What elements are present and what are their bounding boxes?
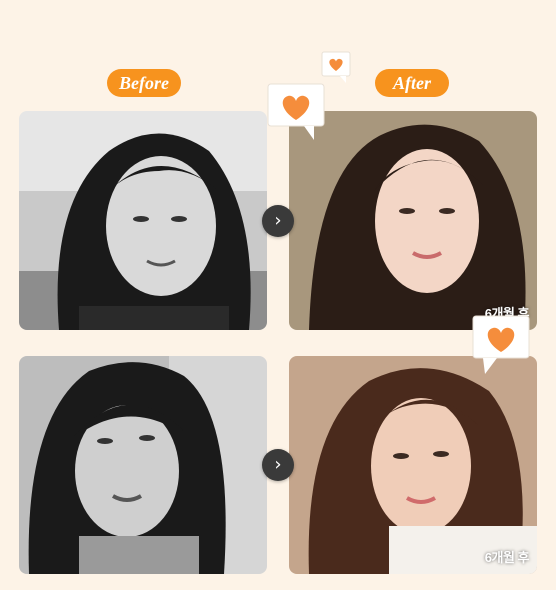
before-photo-bottom <box>19 356 267 574</box>
after-photo-bottom: 6개월 후 <box>289 356 537 574</box>
next-arrow-icon: › <box>262 205 294 237</box>
heart-bubble-small <box>321 51 352 86</box>
after-label: After <box>375 69 449 97</box>
before-photo-top <box>19 111 267 330</box>
before-label: Before <box>107 69 181 97</box>
after-photo-top: 6개월 후 <box>289 111 537 330</box>
next-arrow-icon: › <box>262 449 294 481</box>
heart-bubble-bottom <box>472 315 531 378</box>
heart-bubble-top <box>267 83 326 144</box>
after-caption-bottom: 6개월 후 <box>484 550 530 565</box>
